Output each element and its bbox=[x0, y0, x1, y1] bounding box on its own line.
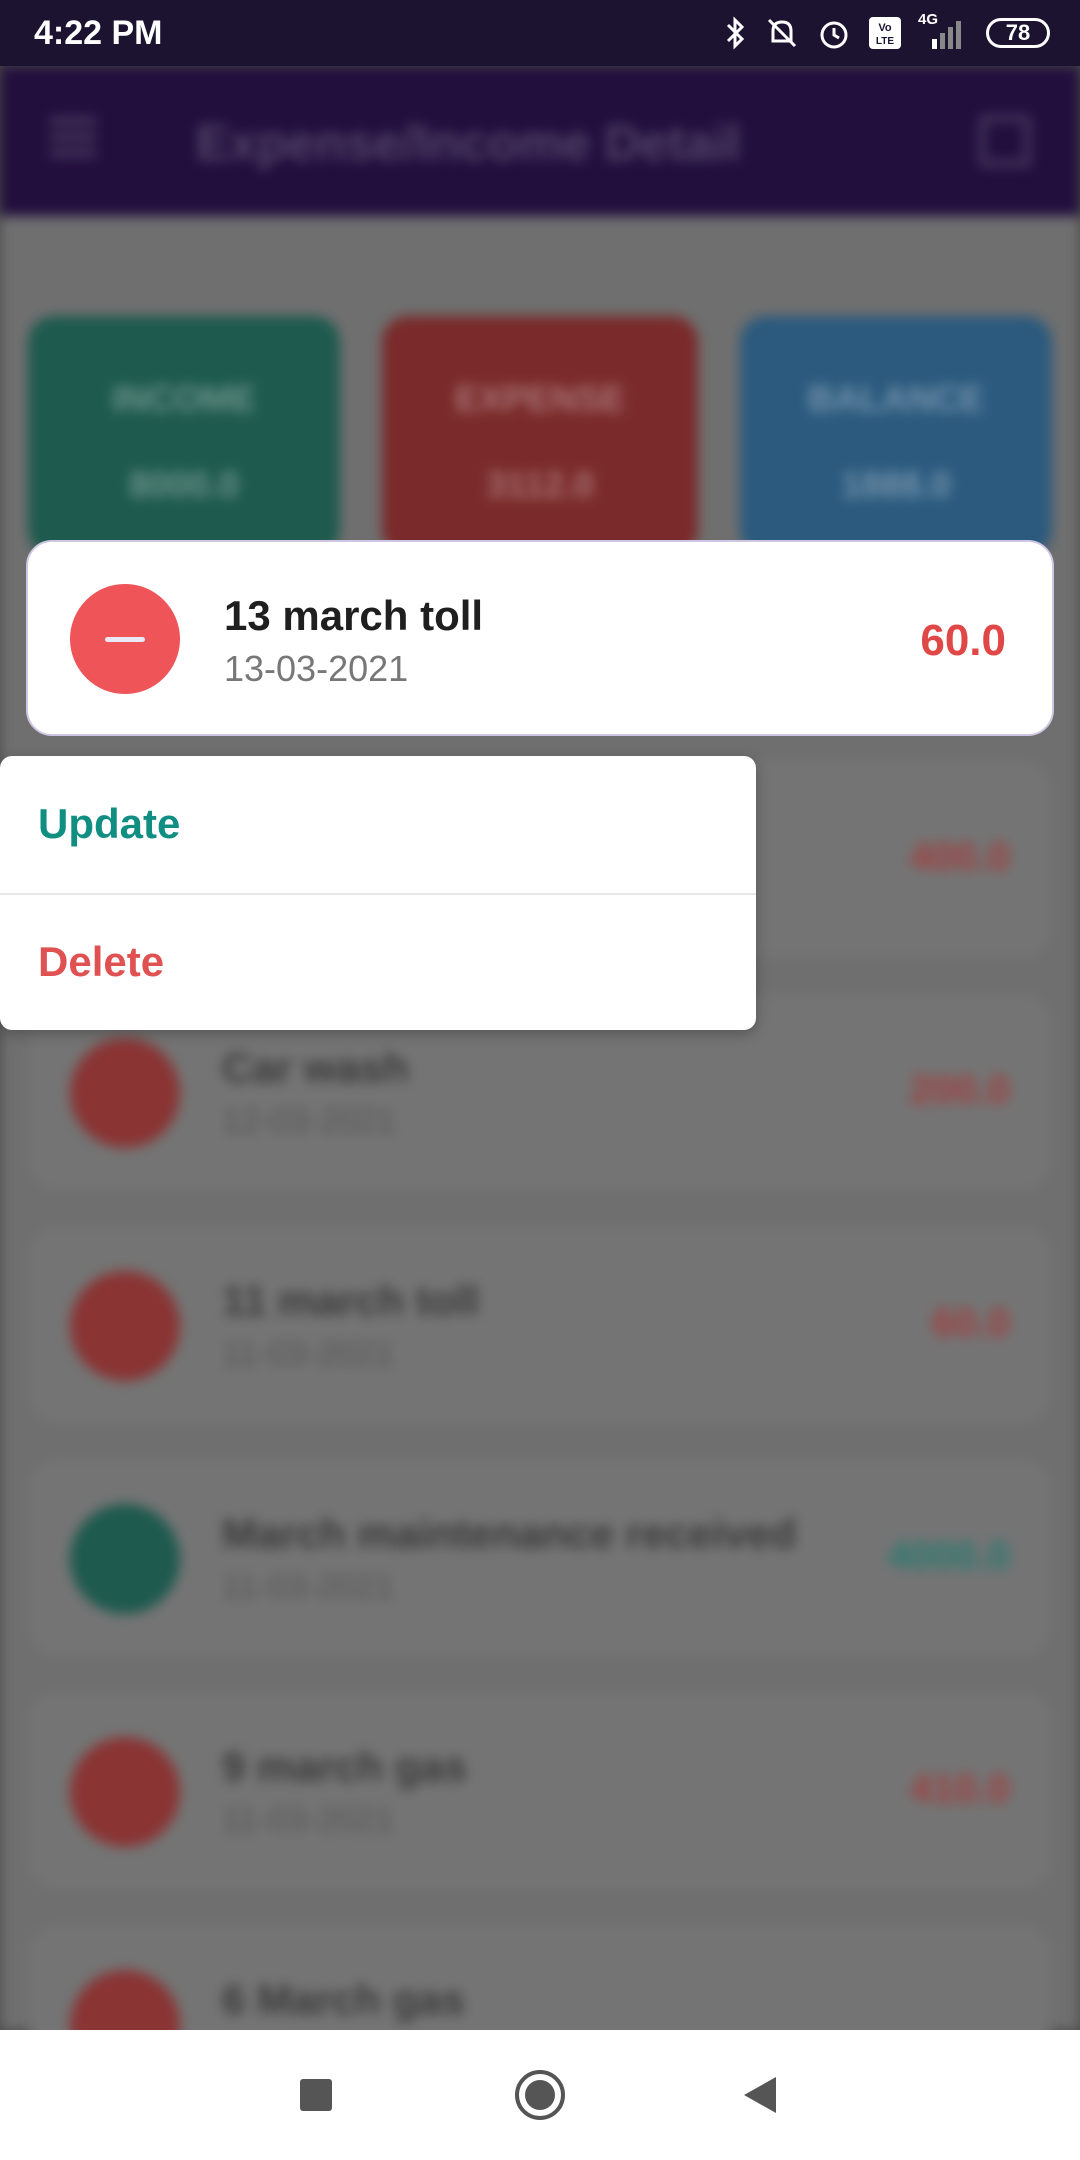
income-value: 8000.0 bbox=[128, 464, 240, 505]
minus-icon bbox=[105, 636, 145, 642]
background-screen: Expense/Income Detail INCOME 8000.0 EXPE… bbox=[0, 66, 1080, 2122]
signal-indicator: 4G bbox=[918, 11, 970, 51]
item-title: March maintenance received bbox=[222, 1510, 797, 1557]
update-label: Update bbox=[38, 800, 181, 847]
delete-menu-item[interactable]: Delete bbox=[0, 894, 756, 1030]
signal-icon bbox=[932, 21, 961, 49]
item-amount: 4000.0 bbox=[887, 1534, 1010, 1578]
back-button[interactable] bbox=[725, 2060, 795, 2130]
square-icon bbox=[300, 2079, 332, 2111]
volte-icon: Vo LTE bbox=[869, 17, 901, 49]
circle-icon bbox=[515, 2070, 565, 2120]
list-item[interactable]: 11 march toll 11-03-2021 60.0 bbox=[30, 1227, 1050, 1423]
delete-label: Delete bbox=[38, 938, 165, 985]
item-date: 11-03-2021 bbox=[222, 1335, 394, 1373]
income-card: INCOME 8000.0 bbox=[28, 316, 340, 556]
bluetooth-icon bbox=[726, 16, 745, 50]
expense-type-icon bbox=[70, 584, 180, 694]
expense-icon bbox=[70, 1737, 180, 1847]
list-item[interactable]: March maintenance received 11-03-2021 40… bbox=[30, 1460, 1050, 1656]
balance-value: 1888.0 bbox=[840, 464, 952, 505]
expense-icon bbox=[70, 1271, 180, 1381]
content-area: INCOME 8000.0 EXPENSE 3112.0 BALANCE 188… bbox=[0, 216, 1080, 2122]
item-date: 11-03-2021 bbox=[222, 1568, 394, 1606]
battery-level: 78 bbox=[1005, 20, 1031, 45]
item-title: 6 March gas bbox=[222, 1976, 465, 2023]
status-time: 4:22 PM bbox=[34, 14, 163, 52]
alarm-icon bbox=[820, 21, 848, 49]
item-amount: 400.0 bbox=[909, 835, 1010, 879]
status-bar: 4:22 PM Vo LTE 4G 78 bbox=[0, 0, 1080, 66]
transaction-date: 13-03-2021 bbox=[224, 648, 409, 689]
transaction-amount: 60.0 bbox=[920, 616, 1006, 665]
item-title: 11 march toll bbox=[222, 1277, 479, 1324]
item-date: 12-03-2021 bbox=[222, 1102, 396, 1140]
status-icons: Vo LTE 4G 78 bbox=[724, 11, 1050, 54]
item-title: Car wash bbox=[222, 1044, 409, 1091]
dim-overlay bbox=[0, 66, 1080, 216]
transaction-title: 13 march toll bbox=[224, 592, 484, 639]
expense-card: EXPENSE 3112.0 bbox=[382, 316, 698, 556]
list-item[interactable]: 9 march gas 11-03-2021 410.0 bbox=[30, 1693, 1050, 1889]
update-menu-item[interactable]: Update bbox=[0, 756, 756, 892]
item-amount: 410.0 bbox=[909, 1767, 1010, 1811]
svg-text:Vo: Vo bbox=[878, 22, 892, 34]
app-bar: Expense/Income Detail bbox=[0, 66, 1080, 216]
battery-icon: 78 bbox=[986, 18, 1050, 48]
selected-transaction-card[interactable]: 13 march toll 13-03-2021 60.0 bbox=[26, 540, 1054, 736]
recents-button[interactable] bbox=[281, 2060, 351, 2130]
income-icon bbox=[70, 1504, 180, 1614]
svg-text:LTE: LTE bbox=[876, 36, 894, 47]
context-menu: Update Delete bbox=[0, 756, 756, 1030]
navigation-bar bbox=[0, 2030, 1080, 2160]
item-title: 9 march gas bbox=[222, 1743, 468, 1790]
item-amount: 200.0 bbox=[909, 1068, 1010, 1112]
home-button[interactable] bbox=[505, 2060, 575, 2130]
expense-value: 3112.0 bbox=[485, 464, 595, 505]
income-label: INCOME bbox=[112, 378, 256, 419]
expense-icon bbox=[70, 1038, 180, 1148]
item-date: 11-03-2021 bbox=[222, 1801, 394, 1839]
mute-bell-icon bbox=[767, 18, 797, 48]
expense-label: EXPENSE bbox=[454, 378, 626, 419]
back-triangle-icon bbox=[744, 2077, 776, 2113]
balance-label: BALANCE bbox=[808, 378, 984, 419]
balance-card: BALANCE 1888.0 bbox=[740, 316, 1052, 556]
item-amount: 60.0 bbox=[932, 1301, 1010, 1345]
